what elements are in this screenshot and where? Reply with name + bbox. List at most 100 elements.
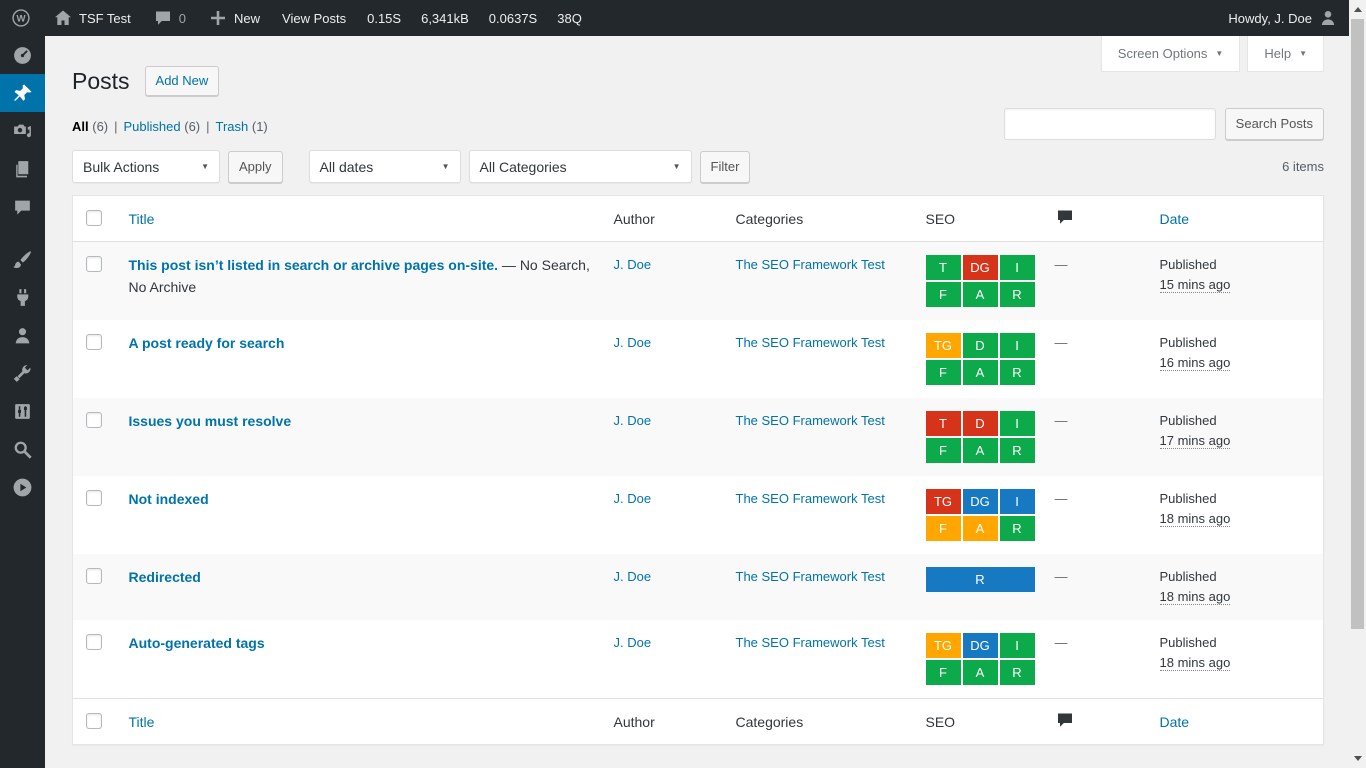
scroll-down-arrow[interactable] [1349, 751, 1366, 768]
filter-link-all[interactable]: All (6) [72, 119, 108, 134]
sidebar-item-appearance[interactable] [0, 240, 45, 278]
seo-badge-i: I [1000, 489, 1035, 514]
select-all-checkbox[interactable] [86, 210, 102, 226]
search-input[interactable] [1004, 108, 1216, 140]
filter-link-trash[interactable]: Trash (1) [216, 119, 268, 134]
seo-badge-f: F [926, 282, 961, 307]
content-area: Screen Options ▼ Help ▼ Posts Add New Al… [45, 36, 1349, 768]
categories-filter-select[interactable]: All Categories ▼ [469, 150, 692, 183]
perf-time: 0.15S [357, 11, 411, 26]
category-link[interactable]: The SEO Framework Test [736, 567, 885, 587]
row-checkbox[interactable] [86, 490, 102, 506]
seo-badge-i: I [1000, 411, 1035, 436]
sidebar-item-seo[interactable] [0, 430, 45, 468]
scrollbar-thumb[interactable] [1351, 19, 1364, 629]
post-title-link[interactable]: Not indexed [129, 491, 209, 507]
post-status: Published [1160, 567, 1314, 587]
sidebar-item-plugins[interactable] [0, 278, 45, 316]
add-new-button[interactable]: Add New [145, 66, 220, 96]
comments-bubble-icon [153, 8, 173, 28]
seo-badge-t: T [926, 411, 961, 436]
svg-text:W: W [16, 14, 26, 25]
post-title-link[interactable]: This post isn’t listed in search or arch… [129, 257, 499, 273]
new-menu[interactable]: New [197, 0, 271, 36]
dates-filter-select[interactable]: All dates ▼ [309, 150, 461, 183]
sidebar-item-comments[interactable] [0, 188, 45, 226]
select-all-checkbox[interactable] [86, 713, 102, 729]
account-menu[interactable]: Howdy, J. Doe [1217, 0, 1349, 36]
pages-icon [12, 159, 33, 180]
sort-date-header[interactable]: Date [1160, 714, 1190, 730]
sort-date-header[interactable]: Date [1160, 211, 1190, 227]
chevron-down-icon: ▼ [442, 162, 450, 171]
author-link[interactable]: J. Doe [614, 569, 652, 584]
vertical-scrollbar[interactable] [1349, 0, 1366, 768]
sidebar-item-media[interactable] [0, 112, 45, 150]
plus-icon [208, 8, 228, 28]
seo-badge-d: D [963, 333, 998, 358]
row-checkbox[interactable] [86, 334, 102, 350]
author-link[interactable]: J. Doe [614, 413, 652, 428]
comments-dash: — [1055, 635, 1068, 650]
author-link[interactable]: J. Doe [614, 491, 652, 506]
post-title-link[interactable]: Auto-generated tags [129, 635, 265, 651]
sidebar-item-dashboard[interactable] [0, 36, 45, 74]
author-link[interactable]: J. Doe [614, 257, 652, 272]
perf-memory: 6,341kB [411, 11, 479, 26]
sort-title-header[interactable]: Title [129, 714, 155, 730]
categories-filter-value: All Categories [480, 159, 567, 175]
table-body: This post isn’t listed in search or arch… [73, 242, 1324, 699]
category-link[interactable]: The SEO Framework Test [736, 489, 885, 509]
bulk-actions-select[interactable]: Bulk Actions ▼ [72, 150, 220, 183]
view-posts-menu[interactable]: View Posts [271, 0, 357, 36]
sort-title-header[interactable]: Title [129, 211, 155, 227]
categories-header: Categories [726, 196, 916, 242]
help-label: Help [1264, 46, 1291, 61]
pushpin-icon [12, 83, 33, 104]
author-link[interactable]: J. Doe [614, 335, 652, 350]
post-date: 18 mins ago [1160, 587, 1314, 607]
row-checkbox[interactable] [86, 568, 102, 584]
sidebar-item-pages[interactable] [0, 150, 45, 188]
post-title-link[interactable]: A post ready for search [129, 335, 285, 351]
post-title-link[interactable]: Issues you must resolve [129, 413, 292, 429]
seo-header: SEO [916, 699, 1045, 745]
screen-options-tab[interactable]: Screen Options ▼ [1101, 36, 1241, 72]
post-title-link[interactable]: Redirected [129, 569, 201, 585]
howdy-label: Howdy, J. Doe [1228, 11, 1312, 26]
comments-menu[interactable]: 0 [142, 0, 197, 36]
scroll-up-arrow[interactable] [1349, 0, 1366, 17]
seo-badges: TDGIFAR [926, 255, 1035, 307]
sidebar-item-settings[interactable] [0, 392, 45, 430]
post-row: Auto-generated tags J. Doe The SEO Frame… [73, 620, 1324, 699]
comments-count: 0 [179, 11, 186, 26]
post-date: 18 mins ago [1160, 653, 1314, 673]
new-label: New [234, 11, 260, 26]
category-link[interactable]: The SEO Framework Test [736, 255, 885, 275]
filter-link-published[interactable]: Published (6) [124, 119, 201, 134]
post-status: Published [1160, 255, 1314, 275]
seo-badge-a: A [963, 660, 998, 685]
row-checkbox[interactable] [86, 256, 102, 272]
filter-button[interactable]: Filter [700, 151, 751, 183]
category-link[interactable]: The SEO Framework Test [736, 633, 885, 653]
category-link[interactable]: The SEO Framework Test [736, 333, 885, 353]
post-date: 15 mins ago [1160, 275, 1314, 295]
help-tab[interactable]: Help ▼ [1247, 36, 1324, 72]
site-name-menu[interactable]: TSF Test [42, 0, 142, 36]
category-link[interactable]: The SEO Framework Test [736, 411, 885, 431]
site-name: TSF Test [79, 11, 131, 26]
seo-badge-t: T [926, 255, 961, 280]
sidebar-item-posts[interactable] [0, 74, 45, 112]
page-title: Posts [72, 66, 130, 96]
author-link[interactable]: J. Doe [614, 635, 652, 650]
person-icon [12, 325, 33, 346]
sidebar-item-tools[interactable] [0, 354, 45, 392]
sidebar-item-video[interactable] [0, 468, 45, 506]
sidebar-item-users[interactable] [0, 316, 45, 354]
wordpress-menu[interactable]: W [0, 0, 42, 36]
search-posts-button[interactable]: Search Posts [1225, 108, 1324, 140]
row-checkbox[interactable] [86, 412, 102, 428]
apply-button[interactable]: Apply [228, 151, 283, 183]
row-checkbox[interactable] [86, 634, 102, 650]
